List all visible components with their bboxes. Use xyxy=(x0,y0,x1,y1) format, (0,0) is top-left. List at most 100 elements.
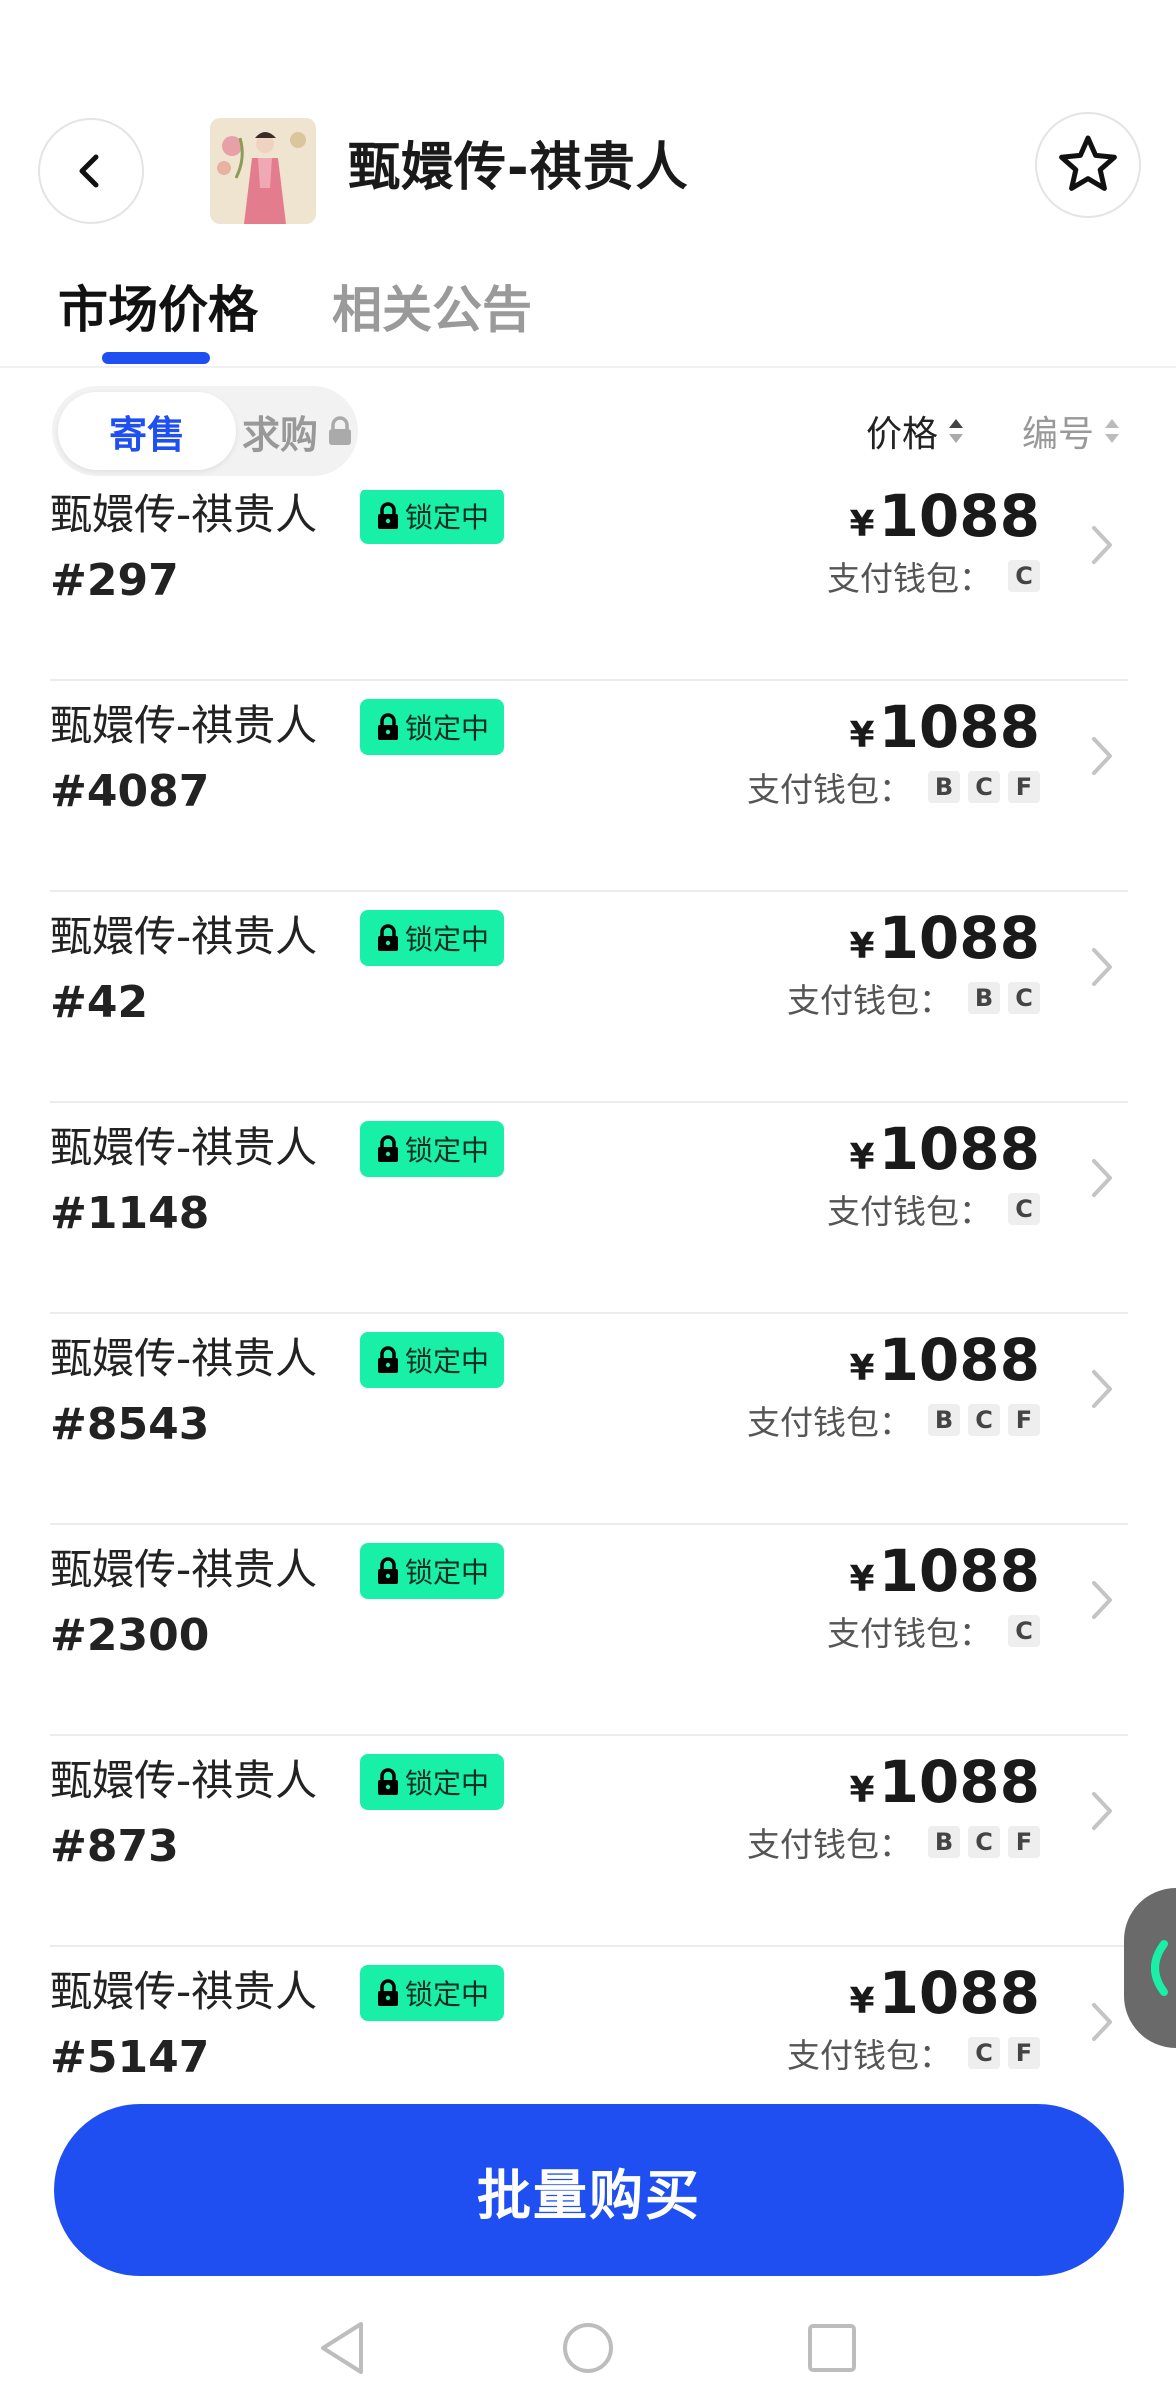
nav-home-button[interactable] xyxy=(550,2310,626,2386)
locked-badge: 锁定中 xyxy=(360,1121,504,1177)
wallet-label: 支付钱包： xyxy=(747,770,912,809)
wallet-tag: B xyxy=(928,771,960,803)
tab-announcements[interactable]: 相关公告 xyxy=(332,270,532,350)
listing-name: 甄嬛传-祺贵人 xyxy=(50,701,318,750)
star-outline-icon xyxy=(1059,135,1117,191)
price-value: 1088 xyxy=(878,904,1040,972)
sort-arrows-icon xyxy=(1102,416,1122,446)
wallet-tag: C xyxy=(1008,982,1040,1014)
listing-row[interactable]: 甄嬛传-祺贵人 锁定中 #297 ¥ 1088 支付钱包： C xyxy=(0,490,1176,681)
price-currency: ¥ xyxy=(849,1770,875,1811)
lock-icon xyxy=(377,1768,398,1795)
listing-price: ¥ 1088 xyxy=(850,1955,1041,2031)
listing-price: ¥ 1088 xyxy=(850,689,1041,765)
price-value: 1088 xyxy=(878,693,1040,761)
listing-price: ¥ 1088 xyxy=(850,1111,1041,1187)
listing-name: 甄嬛传-祺贵人 xyxy=(50,490,318,539)
floating-widget-icon xyxy=(1151,1940,1168,1996)
sort-by-price[interactable]: 价格 xyxy=(866,386,966,476)
payment-wallets: 支付钱包： BCF xyxy=(747,763,1040,811)
page-title: 甄嬛传-祺贵人 xyxy=(348,138,689,198)
segment-purchase-label: 求购 xyxy=(242,412,319,457)
sort-by-number[interactable]: 编号 xyxy=(1022,386,1122,476)
wallet-tag: C xyxy=(1008,1193,1040,1225)
chevron-right-icon[interactable] xyxy=(1088,942,1116,992)
payment-wallets: 支付钱包： C xyxy=(827,1185,1040,1233)
lock-icon xyxy=(377,1346,398,1373)
listing-name: 甄嬛传-祺贵人 xyxy=(50,1334,318,1383)
listing-row[interactable]: 甄嬛传-祺贵人 锁定中 #42 ¥ 1088 支付钱包： BC xyxy=(0,892,1176,1103)
price-value: 1088 xyxy=(878,1959,1040,2027)
wallet-tag: C xyxy=(968,771,1000,803)
price-value: 1088 xyxy=(878,1326,1040,1394)
listing-row[interactable]: 甄嬛传-祺贵人 锁定中 #5147 ¥ 1088 支付钱包： CF xyxy=(0,1947,1176,2090)
lock-icon xyxy=(326,416,354,446)
lock-icon xyxy=(377,924,398,951)
listing-price: ¥ 1088 xyxy=(850,1533,1041,1609)
price-currency: ¥ xyxy=(849,715,875,756)
wallet-tag: F xyxy=(1008,1826,1040,1858)
chevron-right-icon[interactable] xyxy=(1088,1575,1116,1625)
circle-home-icon xyxy=(563,2323,613,2373)
listing-number: #297 xyxy=(50,555,179,606)
wallet-tag: C xyxy=(968,2037,1000,2069)
locked-badge: 锁定中 xyxy=(360,1543,504,1599)
listing-price: ¥ 1088 xyxy=(850,900,1041,976)
wallet-tag: B xyxy=(928,1826,960,1858)
listing-row[interactable]: 甄嬛传-祺贵人 锁定中 #4087 ¥ 1088 支付钱包： BCF xyxy=(0,681,1176,892)
price-currency: ¥ xyxy=(849,504,875,545)
locked-badge-label: 锁定中 xyxy=(404,923,489,956)
floating-assistant-widget[interactable] xyxy=(1124,1888,1176,2048)
chevron-right-icon[interactable] xyxy=(1088,1997,1116,2047)
chevron-right-icon[interactable] xyxy=(1088,1153,1116,1203)
listing-number: #8543 xyxy=(50,1399,210,1450)
listing-row[interactable]: 甄嬛传-祺贵人 锁定中 #8543 ¥ 1088 支付钱包： BCF xyxy=(0,1314,1176,1525)
listing-row[interactable]: 甄嬛传-祺贵人 锁定中 #873 ¥ 1088 支付钱包： BCF xyxy=(0,1736,1176,1947)
favorite-button[interactable] xyxy=(1035,112,1141,218)
chevron-right-icon[interactable] xyxy=(1088,1786,1116,1836)
sale-type-segmented-control: 寄售 求购 xyxy=(52,386,358,476)
sort-arrows-icon xyxy=(946,416,966,446)
locked-badge-label: 锁定中 xyxy=(404,501,489,534)
listing-name: 甄嬛传-祺贵人 xyxy=(50,912,318,961)
listing-price: ¥ 1088 xyxy=(850,1322,1041,1398)
tab-market-price[interactable]: 市场价格 xyxy=(58,270,258,350)
nav-back-button[interactable] xyxy=(304,2310,380,2386)
listing-name: 甄嬛传-祺贵人 xyxy=(50,1967,318,2016)
wallet-label: 支付钱包： xyxy=(827,559,992,598)
segment-purchase-request[interactable]: 求购 xyxy=(242,392,358,470)
price-value: 1088 xyxy=(878,490,1040,550)
listing-row[interactable]: 甄嬛传-祺贵人 锁定中 #2300 ¥ 1088 支付钱包： C xyxy=(0,1525,1176,1736)
price-currency: ¥ xyxy=(849,1348,875,1389)
chevron-right-icon[interactable] xyxy=(1088,1364,1116,1414)
price-value: 1088 xyxy=(878,1115,1040,1183)
lock-icon xyxy=(377,502,398,529)
sort-price-label: 价格 xyxy=(866,414,939,455)
payment-wallets: 支付钱包： BCF xyxy=(747,1396,1040,1444)
segment-consignment[interactable]: 寄售 xyxy=(58,392,236,470)
chevron-right-icon[interactable] xyxy=(1088,731,1116,781)
locked-badge: 锁定中 xyxy=(360,1332,504,1388)
price-value: 1088 xyxy=(878,1537,1040,1605)
listing-list[interactable]: 甄嬛传-祺贵人 锁定中 #297 ¥ 1088 支付钱包： C 甄嬛传-祺贵人 … xyxy=(0,490,1176,2090)
nav-recents-button[interactable] xyxy=(794,2310,870,2386)
locked-badge-label: 锁定中 xyxy=(404,712,489,745)
wallet-tag: C xyxy=(968,1826,1000,1858)
lock-icon xyxy=(377,1557,398,1584)
listing-row[interactable]: 甄嬛传-祺贵人 锁定中 #1148 ¥ 1088 支付钱包： C xyxy=(0,1103,1176,1314)
locked-badge-label: 锁定中 xyxy=(404,1767,489,1800)
collectible-thumbnail xyxy=(210,118,316,224)
bulk-buy-button[interactable]: 批量购买 xyxy=(54,2104,1124,2276)
payment-wallets: 支付钱包： C xyxy=(827,1607,1040,1655)
locked-badge-label: 锁定中 xyxy=(404,1978,489,2011)
back-button[interactable] xyxy=(38,118,144,224)
price-currency: ¥ xyxy=(849,926,875,967)
chevron-right-icon[interactable] xyxy=(1088,520,1116,570)
listing-name: 甄嬛传-祺贵人 xyxy=(50,1123,318,1172)
payment-wallets: 支付钱包： BC xyxy=(787,974,1040,1022)
sort-number-label: 编号 xyxy=(1022,414,1095,455)
wallet-tag: C xyxy=(1008,1615,1040,1647)
payment-wallets: 支付钱包： BCF xyxy=(747,1818,1040,1866)
listing-number: #2300 xyxy=(50,1610,210,1661)
listing-number: #4087 xyxy=(50,766,210,817)
